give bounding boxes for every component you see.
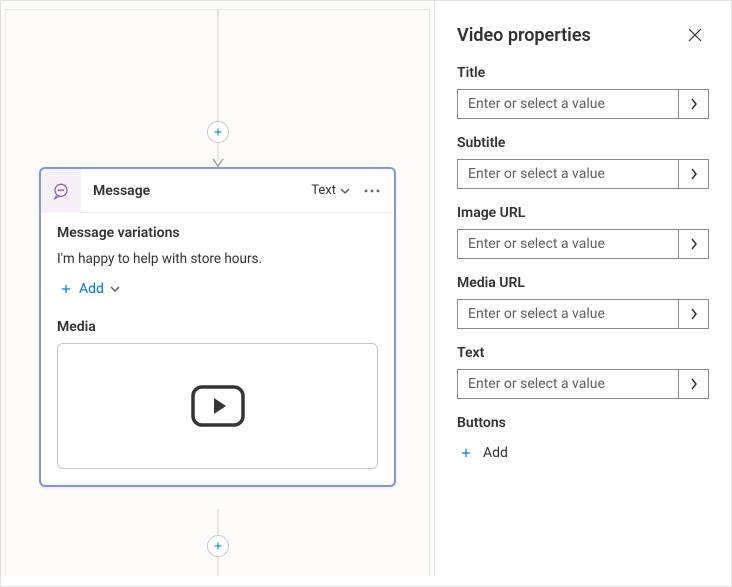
panel-header: Video properties <box>457 21 709 49</box>
picker-title-button[interactable] <box>678 90 708 118</box>
input-row-subtitle <box>457 159 709 189</box>
app-root: Message Text Message variations I'm happ… <box>0 0 732 587</box>
field-label-image-url: Image URL <box>457 205 709 221</box>
bottom-edge <box>1 576 731 586</box>
add-node-button[interactable] <box>207 535 229 557</box>
chevron-down-icon <box>110 284 120 294</box>
field-label-title: Title <box>457 65 709 81</box>
message-type-dropdown[interactable]: Text <box>307 179 354 202</box>
add-node-button[interactable] <box>207 121 229 143</box>
input-row-text <box>457 369 709 399</box>
plus-icon <box>212 540 224 552</box>
variations-heading: Message variations <box>57 225 378 241</box>
input-row-media-url <box>457 299 709 329</box>
message-type-label: Text <box>311 183 336 198</box>
field-text: Text <box>457 345 709 399</box>
variation-text[interactable]: I'm happy to help with store hours. <box>57 249 378 277</box>
canvas-inner: Message Text Message variations I'm happ… <box>1 1 434 586</box>
more-options-button[interactable] <box>360 179 384 203</box>
picker-text-button[interactable] <box>678 370 708 398</box>
input-row-image-url <box>457 229 709 259</box>
chevron-right-icon <box>690 98 698 110</box>
close-panel-button[interactable] <box>681 21 709 49</box>
add-button-label: Add <box>483 445 508 461</box>
field-label-buttons: Buttons <box>457 415 709 431</box>
media-preview[interactable] <box>57 343 378 469</box>
picker-subtitle-button[interactable] <box>678 160 708 188</box>
title-input[interactable] <box>458 90 678 118</box>
plus-icon <box>212 126 224 138</box>
more-horizontal-icon <box>364 189 380 193</box>
message-node-card[interactable]: Message Text Message variations I'm happ… <box>39 167 396 487</box>
card-title: Message <box>81 183 307 199</box>
field-label-subtitle: Subtitle <box>457 135 709 151</box>
properties-panel: Video properties Title Subtitle <box>435 1 731 586</box>
card-header: Message Text <box>41 169 394 213</box>
flow-canvas[interactable]: Message Text Message variations I'm happ… <box>1 1 435 586</box>
chevron-right-icon <box>690 378 698 390</box>
field-label-text: Text <box>457 345 709 361</box>
message-icon <box>41 169 81 213</box>
picker-image-url-button[interactable] <box>678 230 708 258</box>
add-variation-button[interactable]: Add <box>57 277 122 301</box>
plus-icon <box>459 446 473 460</box>
card-body: Message variations I'm happy to help wit… <box>41 213 394 485</box>
field-subtitle: Subtitle <box>457 135 709 189</box>
play-icon <box>190 384 246 428</box>
add-button-button[interactable]: Add <box>457 439 510 467</box>
connector-line <box>217 9 218 125</box>
field-label-media-url: Media URL <box>457 275 709 291</box>
media-url-input[interactable] <box>458 300 678 328</box>
field-image-url: Image URL <box>457 205 709 259</box>
panel-title: Video properties <box>457 25 591 46</box>
add-variation-label: Add <box>79 281 104 297</box>
card-header-actions: Text <box>307 179 394 203</box>
subtitle-input[interactable] <box>458 160 678 188</box>
media-heading: Media <box>57 319 378 335</box>
chevron-right-icon <box>690 168 698 180</box>
plus-icon <box>59 282 73 296</box>
field-media-url: Media URL <box>457 275 709 329</box>
text-input[interactable] <box>458 370 678 398</box>
chevron-down-icon <box>340 186 350 196</box>
chevron-right-icon <box>690 238 698 250</box>
input-row-title <box>457 89 709 119</box>
picker-media-url-button[interactable] <box>678 300 708 328</box>
image-url-input[interactable] <box>458 230 678 258</box>
chevron-right-icon <box>690 308 698 320</box>
field-buttons: Buttons Add <box>457 415 709 467</box>
close-icon <box>688 28 702 42</box>
field-title: Title <box>457 65 709 119</box>
